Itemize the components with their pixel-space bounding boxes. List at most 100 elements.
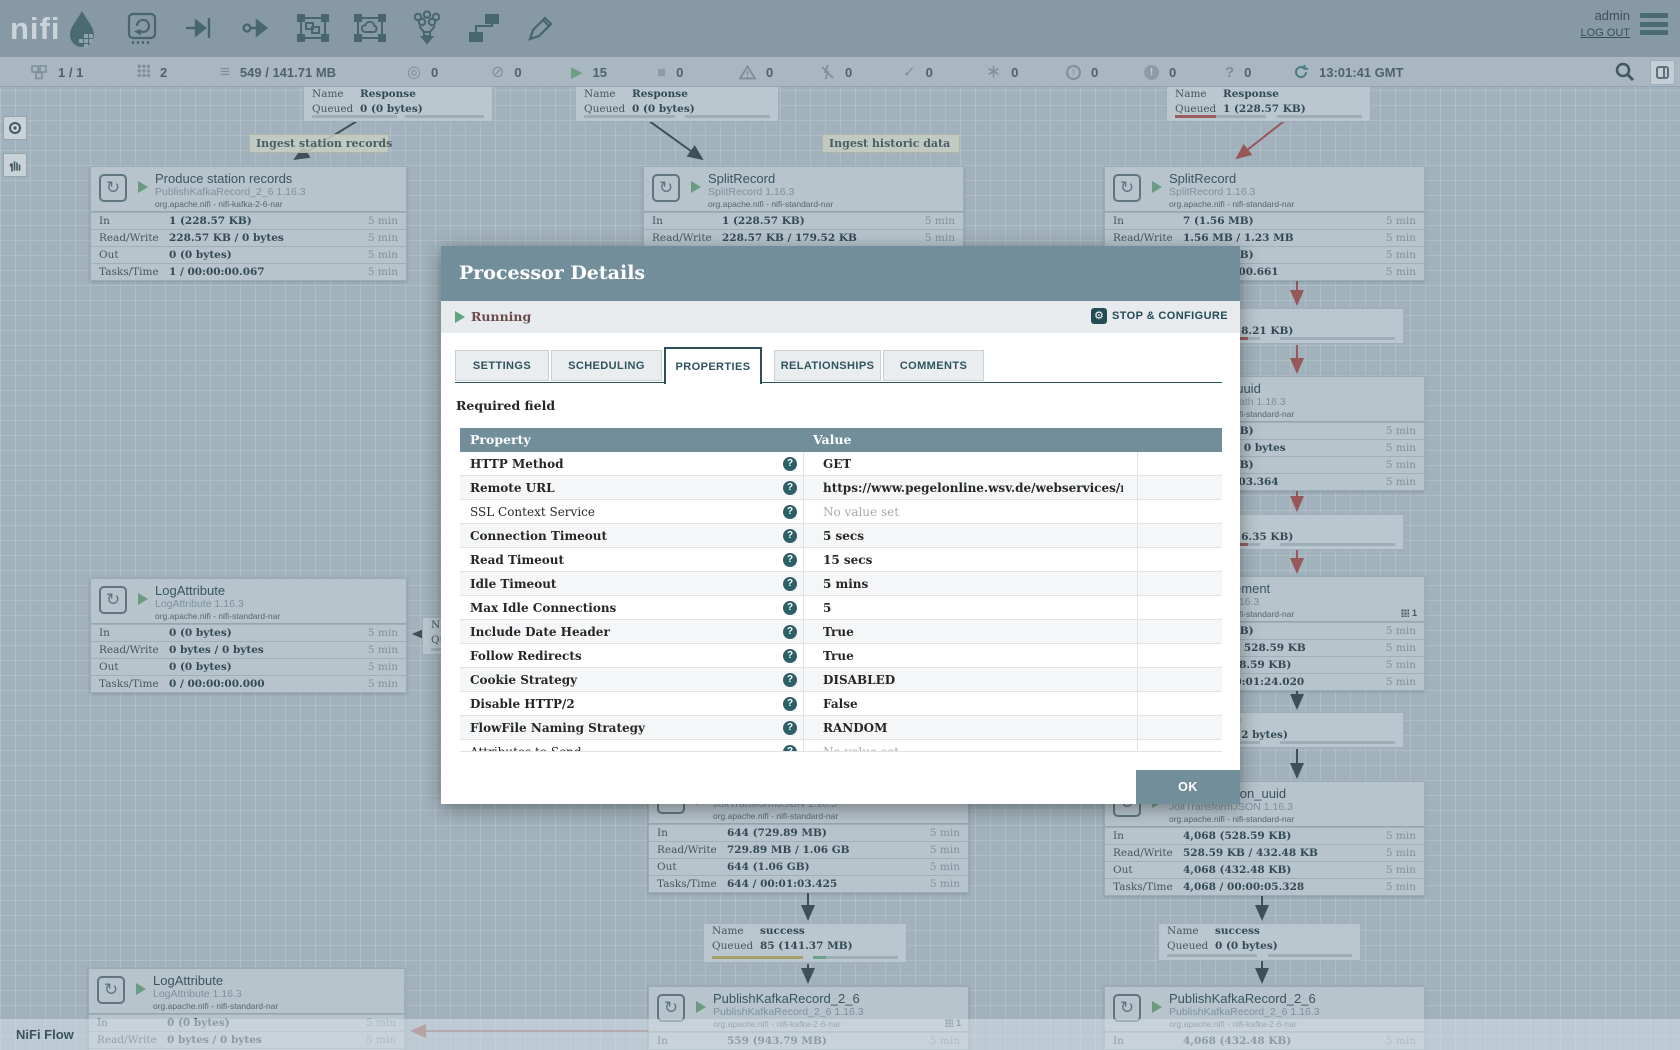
value-column-header: Value — [813, 432, 851, 447]
status-stopped: ■0 — [657, 57, 683, 87]
queue-count-row: Queued0 (0 bytes) — [1159, 939, 1360, 954]
property-value: DISABLED — [823, 673, 895, 687]
processor-icon: ↻ — [1113, 994, 1141, 1022]
funnel-icon[interactable] — [409, 10, 445, 46]
property-value: True — [823, 649, 854, 663]
queue-count-bar — [1175, 115, 1266, 118]
last-refresh-time: 13:01:41 GMT — [1319, 65, 1404, 80]
help-icon[interactable]: ? — [783, 721, 797, 735]
property-value: 5 — [823, 601, 831, 615]
refresh-status[interactable]: 13:01:41 GMT — [1293, 57, 1404, 87]
help-icon[interactable]: ? — [783, 553, 797, 567]
status-count: 0 — [766, 65, 773, 80]
run-status-icon — [696, 1001, 706, 1013]
processor-icon[interactable] — [124, 10, 160, 46]
help-icon[interactable]: ? — [783, 745, 797, 752]
processor-stat-row: Out4,068 (432.48 KB)5 min — [1105, 861, 1424, 878]
property-row-attributes-to-send: Attributes to Send?No value set — [460, 740, 1222, 752]
breadcrumb[interactable]: NiFi Flow — [0, 1019, 1680, 1050]
property-row-ssl-context-service: SSL Context Service?No value set — [460, 500, 1222, 524]
processor-name: Produce station records — [155, 171, 292, 186]
connection-queue-response[interactable]: NameResponseQueued0 (0 bytes) — [303, 86, 493, 122]
connection-queue-response[interactable]: NameResponseQueued0 (0 bytes) — [575, 86, 779, 122]
help-icon[interactable]: ? — [783, 601, 797, 615]
breadcrumb-root[interactable]: NiFi Flow — [16, 1027, 74, 1042]
locally-modified-icon: ∗ — [986, 65, 1001, 80]
search-button[interactable] — [1614, 61, 1638, 85]
template-icon[interactable] — [466, 10, 502, 46]
help-icon[interactable]: ? — [783, 481, 797, 495]
processor-run-status: Running — [471, 309, 531, 324]
processor-header: ↻SplitRecordSplitRecord 1.16.3org.apache… — [1105, 167, 1424, 212]
canvas-tool-button-pan[interactable] — [3, 153, 27, 177]
property-name: Remote URL — [470, 481, 555, 495]
component-toolbar — [124, 10, 559, 46]
label-icon[interactable] — [523, 10, 559, 46]
processor-details-dialog: Processor Details Running ⚙ STOP & CONFI… — [441, 246, 1240, 804]
help-icon[interactable]: ? — [783, 697, 797, 711]
help-icon[interactable]: ? — [783, 649, 797, 663]
tab-relationships[interactable]: RELATIONSHIPS — [774, 350, 881, 381]
canvas-label[interactable]: Ingest station records — [249, 134, 389, 153]
status-count: 0 — [1244, 65, 1251, 80]
status-transmitting: ◎0 — [407, 57, 438, 87]
connection-queue-response[interactable]: NameResponseQueued1 (228.57 KB) — [1166, 86, 1371, 122]
status-stale: ↑0 — [1066, 57, 1098, 87]
target-icon — [8, 121, 22, 135]
tab-settings[interactable]: SETTINGS — [455, 350, 549, 381]
status-count: 2 — [160, 65, 167, 80]
nifi-drop-icon — [63, 8, 101, 50]
input-port-icon[interactable] — [181, 10, 217, 46]
ok-button[interactable]: OK — [1136, 770, 1240, 804]
output-port-icon[interactable] — [238, 10, 274, 46]
global-menu-icon[interactable] — [1640, 13, 1668, 35]
queue-count-bar — [312, 115, 397, 118]
processor-stat-row: Tasks/Time1 / 00:00:00.0675 min — [91, 263, 406, 280]
property-row-idle-timeout: Idle Timeout?5 mins — [460, 572, 1222, 596]
stop-and-configure-button[interactable]: ⚙ STOP & CONFIGURE — [1091, 308, 1228, 324]
processor-type: LogAttribute 1.16.3 — [153, 988, 242, 1000]
help-icon[interactable]: ? — [783, 505, 797, 519]
connection-queue-success[interactable]: NamesuccessQueued0 (0 bytes) — [1158, 923, 1361, 961]
property-name: FlowFile Naming Strategy — [470, 721, 645, 735]
processor-name: LogAttribute — [153, 973, 223, 988]
processor-bundle: org.apache.nifi - nifi-kafka-2-6-nar — [155, 199, 283, 209]
processor-produce-station-records[interactable]: ↻Produce station recordsPublishKafkaReco… — [90, 166, 407, 281]
processor-name: SplitRecord — [708, 171, 775, 186]
processor-icon: ↻ — [99, 174, 127, 202]
help-icon[interactable]: ? — [783, 625, 797, 639]
tab-comments[interactable]: COMMENTS — [883, 350, 984, 381]
status-count: 0 — [431, 65, 438, 80]
tab-properties[interactable]: PROPERTIES — [664, 347, 762, 384]
help-icon[interactable]: ? — [783, 673, 797, 687]
property-name: SSL Context Service — [470, 505, 595, 519]
queue-size-bar — [1280, 337, 1395, 340]
property-row-follow-redirects: Follow Redirects?True — [460, 644, 1222, 668]
canvas-tool-button-target[interactable] — [3, 116, 27, 140]
connection-queue-success[interactable]: NamesuccessQueued85 (141.37 MB) — [703, 923, 907, 963]
help-icon[interactable]: ? — [783, 529, 797, 543]
help-icon[interactable]: ? — [783, 457, 797, 471]
process-group-icon[interactable] — [295, 10, 331, 46]
queue-size-bar — [813, 956, 898, 959]
property-row-include-date-header: Include Date Header?True — [460, 620, 1222, 644]
help-icon[interactable]: ? — [783, 577, 797, 591]
active-thread-count: 1 — [1401, 608, 1417, 618]
properties-table-body[interactable]: HTTP Method?GETRemote URL?https://www.pe… — [460, 452, 1222, 752]
processor-name: PublishKafkaRecord_2_6 — [1169, 991, 1316, 1006]
remote-process-group-icon[interactable] — [352, 10, 388, 46]
processor-stat-row: Tasks/Time644 / 00:01:03.4255 min — [649, 875, 968, 892]
processor-icon: ↻ — [1113, 174, 1141, 202]
birdseye-toggle-button[interactable] — [1650, 60, 1675, 85]
processor-logattribute[interactable]: ↻LogAttributeLogAttribute 1.16.3org.apac… — [90, 578, 407, 693]
logout-link[interactable]: LOG OUT — [1580, 27, 1630, 39]
nifi-logo-text: nifi — [10, 11, 61, 47]
run-status-icon — [138, 593, 148, 605]
app-header: nifi admin LOG OUT — [0, 0, 1680, 57]
tab-scheduling[interactable]: SCHEDULING — [551, 350, 662, 381]
canvas-label[interactable]: Ingest historic data — [822, 134, 960, 153]
status-count: 0 — [1011, 65, 1018, 80]
dialog-header[interactable]: Processor Details — [441, 246, 1240, 301]
processor-stat-row: Read/Write528.59 KB / 432.48 KB5 min — [1105, 844, 1424, 861]
status-not-transmitting: ⊘0 — [491, 57, 522, 87]
